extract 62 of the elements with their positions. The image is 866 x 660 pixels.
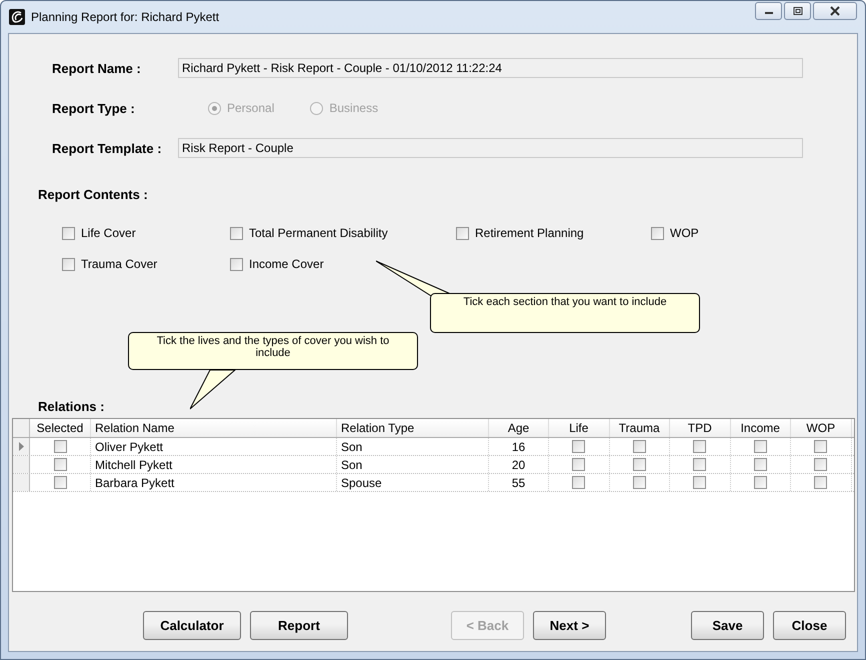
column-header[interactable]: Income bbox=[730, 419, 791, 437]
table-cell: Oliver Pykett bbox=[91, 438, 337, 455]
cover-checkbox[interactable] bbox=[754, 476, 767, 489]
table-cell: Mitchell Pykett bbox=[91, 456, 337, 473]
cover-checkbox[interactable] bbox=[754, 440, 767, 453]
column-header[interactable]: Trauma bbox=[610, 419, 670, 437]
cover-checkbox[interactable] bbox=[572, 458, 586, 471]
maximize-button[interactable] bbox=[784, 2, 811, 20]
content-checkbox[interactable]: WOP bbox=[651, 226, 731, 240]
content-checkbox[interactable]: Income Cover bbox=[230, 257, 456, 271]
content-checkbox[interactable]: Trauma Cover bbox=[62, 257, 230, 271]
column-header[interactable]: Life bbox=[549, 419, 610, 437]
cover-checkbox[interactable] bbox=[632, 440, 646, 453]
table-cell: Son bbox=[337, 438, 489, 455]
content-checkbox[interactable]: Total Permanent Disability bbox=[230, 226, 456, 240]
table-cell: 16 bbox=[489, 438, 549, 455]
row-checkbox[interactable] bbox=[54, 458, 66, 471]
column-header[interactable]: WOP bbox=[791, 419, 852, 437]
content-checkbox[interactable]: Retirement Planning bbox=[456, 226, 651, 240]
cover-checkbox[interactable] bbox=[572, 476, 586, 489]
maximize-icon bbox=[792, 7, 802, 15]
cover-checkbox[interactable] bbox=[632, 458, 646, 471]
cover-checkbox[interactable] bbox=[814, 476, 828, 489]
table-cell: Barbara Pykett bbox=[91, 474, 337, 491]
column-header[interactable]: Age bbox=[489, 419, 549, 437]
dialog-button[interactable]: Save bbox=[691, 611, 764, 640]
close-icon bbox=[829, 6, 841, 16]
column-header[interactable]: Relation Name bbox=[91, 419, 337, 437]
window-title: Planning Report for: Richard Pykett bbox=[31, 10, 220, 24]
table-cell: 55 bbox=[489, 474, 549, 491]
row-checkbox[interactable] bbox=[54, 440, 66, 453]
cover-checkbox[interactable] bbox=[693, 476, 706, 489]
cover-checkbox[interactable] bbox=[814, 458, 828, 471]
relations-label: Relations : bbox=[38, 399, 106, 414]
table-cell: 20 bbox=[489, 456, 549, 473]
report-name-label: Report Name : bbox=[52, 60, 142, 76]
close-button[interactable] bbox=[813, 2, 857, 20]
report-contents-label: Report Contents : bbox=[38, 187, 149, 202]
cover-checkbox[interactable] bbox=[814, 440, 828, 453]
dialog-button[interactable]: Next > bbox=[533, 611, 606, 640]
report-template-label: Report Template : bbox=[52, 140, 163, 156]
column-header[interactable]: Selected bbox=[30, 419, 91, 437]
report-type-label: Report Type : bbox=[52, 100, 136, 116]
cover-checkbox[interactable] bbox=[693, 458, 706, 471]
app-logo-icon bbox=[9, 9, 25, 25]
current-row-icon bbox=[18, 442, 24, 451]
cover-checkbox[interactable] bbox=[754, 458, 767, 471]
report-template-field[interactable]: Risk Report - Couple bbox=[178, 138, 803, 158]
cover-checkbox[interactable] bbox=[693, 440, 706, 453]
column-header[interactable]: TPD bbox=[670, 419, 730, 437]
column-header[interactable]: Relation Type bbox=[337, 419, 489, 437]
dialog-button[interactable]: Close bbox=[773, 611, 846, 640]
dialog-button[interactable]: Report bbox=[250, 611, 348, 640]
table-cell: Son bbox=[337, 456, 489, 473]
minimize-button[interactable] bbox=[755, 2, 782, 20]
dialog-button[interactable]: Calculator bbox=[143, 611, 241, 640]
cover-checkbox[interactable] bbox=[632, 476, 646, 489]
table-cell: Spouse bbox=[337, 474, 489, 491]
content-checkbox[interactable]: Life Cover bbox=[62, 226, 230, 240]
cover-checkbox[interactable] bbox=[572, 440, 586, 453]
report-name-field[interactable]: Richard Pykett - Risk Report - Couple - 01/10/2012 11:22:24 bbox=[178, 58, 803, 78]
row-checkbox[interactable] bbox=[54, 476, 66, 489]
